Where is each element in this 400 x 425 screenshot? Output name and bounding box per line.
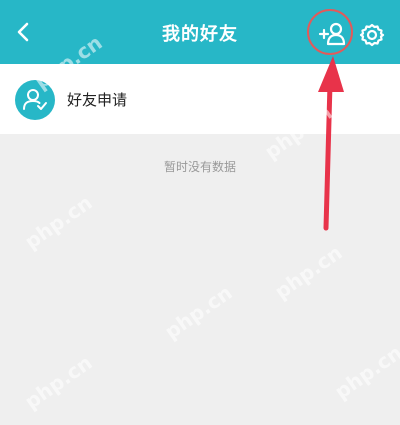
watermark-text: php.cn xyxy=(270,240,347,304)
watermark-text: php.cn xyxy=(20,350,97,414)
settings-button[interactable] xyxy=(359,22,385,48)
highlight-circle xyxy=(307,9,353,55)
empty-state-text: 暂时没有数据 xyxy=(163,160,236,174)
watermark-text: php.cn xyxy=(330,340,400,404)
watermark-text: php.cn xyxy=(160,280,237,344)
watermark-text: php.cn xyxy=(20,190,97,254)
gear-icon xyxy=(359,23,385,47)
friend-requests-label: 好友申请 xyxy=(67,91,128,109)
